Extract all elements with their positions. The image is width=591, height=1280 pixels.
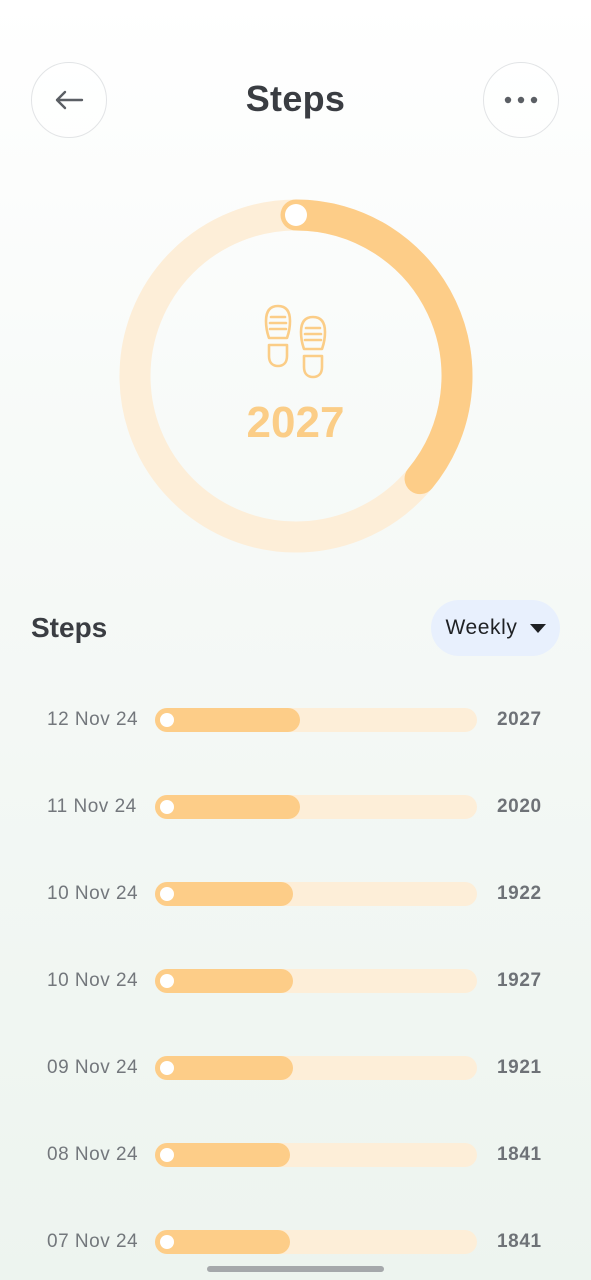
row-progress-track bbox=[155, 969, 477, 993]
more-options-button[interactable] bbox=[483, 62, 559, 138]
ring-start-knob bbox=[285, 204, 307, 226]
steps-history-row[interactable]: 10 Nov 24 1927 bbox=[0, 951, 591, 1011]
row-step-count: 1841 bbox=[497, 1231, 542, 1252]
row-date: 10 Nov 24 bbox=[47, 970, 139, 991]
row-step-count: 1921 bbox=[497, 1057, 542, 1078]
steps-history-row[interactable]: 10 Nov 24 1922 bbox=[0, 864, 591, 924]
steps-history-row[interactable]: 09 Nov 24 1921 bbox=[0, 1038, 591, 1098]
section-title: Steps bbox=[31, 612, 108, 643]
row-step-count: 1841 bbox=[497, 1144, 542, 1165]
caret-down-icon bbox=[529, 623, 546, 633]
row-progress-fill bbox=[155, 708, 300, 732]
row-date: 08 Nov 24 bbox=[47, 1144, 139, 1165]
period-dropdown[interactable]: Weekly bbox=[431, 600, 560, 656]
row-progress-track bbox=[155, 1143, 477, 1167]
row-progress-fill bbox=[155, 1143, 290, 1167]
row-progress-track bbox=[155, 882, 477, 906]
row-progress-knob bbox=[160, 1061, 174, 1075]
row-progress-knob bbox=[160, 713, 174, 727]
steps-total-value: 2027 bbox=[246, 398, 345, 447]
row-progress-track bbox=[155, 1056, 477, 1080]
row-progress-track bbox=[155, 1230, 477, 1254]
row-step-count: 2027 bbox=[497, 709, 542, 730]
row-progress-fill bbox=[155, 882, 293, 906]
row-date: 07 Nov 24 bbox=[47, 1231, 139, 1252]
footprints-icon bbox=[264, 304, 327, 379]
more-horizontal-icon bbox=[504, 96, 538, 104]
row-date: 11 Nov 24 bbox=[47, 796, 137, 817]
row-step-count: 1922 bbox=[497, 883, 542, 904]
row-progress-fill bbox=[155, 1056, 293, 1080]
row-progress-fill bbox=[155, 969, 293, 993]
row-progress-fill bbox=[155, 1230, 290, 1254]
row-progress-knob bbox=[160, 1148, 174, 1162]
period-dropdown-label: Weekly bbox=[445, 616, 518, 639]
row-progress-knob bbox=[160, 887, 174, 901]
row-step-count: 1927 bbox=[497, 970, 542, 991]
home-indicator[interactable] bbox=[207, 1266, 384, 1272]
row-progress-track bbox=[155, 795, 477, 819]
steps-history-row[interactable]: 12 Nov 24 2027 bbox=[0, 690, 591, 750]
steps-history-row[interactable]: 08 Nov 24 1841 bbox=[0, 1125, 591, 1185]
row-progress-fill bbox=[155, 795, 300, 819]
row-progress-track bbox=[155, 708, 477, 732]
row-date: 12 Nov 24 bbox=[47, 709, 139, 730]
row-progress-knob bbox=[160, 974, 174, 988]
row-progress-knob bbox=[160, 800, 174, 814]
row-date: 10 Nov 24 bbox=[47, 883, 139, 904]
steps-history-row[interactable]: 07 Nov 24 1841 bbox=[0, 1212, 591, 1272]
row-step-count: 2020 bbox=[497, 796, 542, 817]
steps-history-row[interactable]: 11 Nov 24 2020 bbox=[0, 777, 591, 837]
row-progress-knob bbox=[160, 1235, 174, 1249]
row-date: 09 Nov 24 bbox=[47, 1057, 139, 1078]
